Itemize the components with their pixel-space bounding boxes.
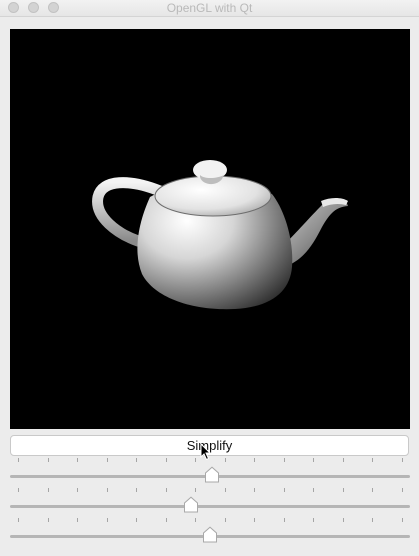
- slider-tick: [165, 458, 167, 462]
- teapot-render: [92, 160, 348, 310]
- slider-tick: [136, 488, 138, 492]
- slider-tick: [254, 488, 256, 492]
- slider-tick: [106, 518, 108, 522]
- slider-tick: [136, 458, 138, 462]
- slider-2-thumb[interactable]: [183, 496, 199, 513]
- slider-1-thumb[interactable]: [204, 466, 220, 483]
- slider-tick: [165, 518, 167, 522]
- slider-tick: [18, 518, 19, 522]
- slider-tick: [402, 458, 403, 462]
- slider-3-ticks: [18, 518, 403, 523]
- title-bar: OpenGL with Qt: [0, 0, 419, 17]
- slider-tick: [165, 488, 167, 492]
- slider-tick: [77, 518, 79, 522]
- slider-tick: [372, 458, 374, 462]
- slider-tick: [47, 518, 49, 522]
- app-window: OpenGL with Qt Simplify: [0, 0, 419, 556]
- slider-tick: [342, 488, 344, 492]
- slider-tick: [372, 518, 374, 522]
- slider-tick: [283, 518, 285, 522]
- window-title: OpenGL with Qt: [166, 1, 253, 15]
- slider-tick: [224, 488, 226, 492]
- slider-tick: [283, 458, 285, 462]
- slider-3[interactable]: [10, 518, 410, 544]
- slider-tick: [224, 458, 226, 462]
- slider-3-thumb[interactable]: [202, 526, 218, 543]
- slider-tick: [342, 518, 344, 522]
- slider-tick: [313, 458, 315, 462]
- slider-tick: [195, 488, 197, 492]
- slider-tick: [18, 458, 19, 462]
- simplify-button[interactable]: Simplify: [10, 435, 409, 456]
- slider-tick: [136, 518, 138, 522]
- slider-tick: [254, 458, 256, 462]
- slider-tick: [77, 488, 79, 492]
- slider-1-ticks: [18, 458, 403, 463]
- slider-tick: [77, 458, 79, 462]
- slider-tick: [224, 518, 226, 522]
- slider-tick: [313, 488, 315, 492]
- slider-tick: [283, 488, 285, 492]
- slider-2-ticks: [18, 488, 403, 493]
- slider-tick: [254, 518, 256, 522]
- slider-tick: [313, 518, 315, 522]
- slider-2[interactable]: [10, 488, 410, 514]
- slider-2-track[interactable]: [10, 505, 410, 508]
- slider-tick: [47, 488, 49, 492]
- slider-tick: [106, 458, 108, 462]
- slider-tick: [18, 488, 19, 492]
- slider-tick: [195, 518, 197, 522]
- opengl-viewport[interactable]: [10, 29, 410, 429]
- slider-tick: [402, 488, 403, 492]
- slider-tick: [372, 488, 374, 492]
- slider-tick: [195, 458, 197, 462]
- slider-tick: [47, 458, 49, 462]
- slider-1[interactable]: [10, 458, 410, 484]
- slider-tick: [342, 458, 344, 462]
- slider-tick: [402, 518, 403, 522]
- slider-tick: [106, 488, 108, 492]
